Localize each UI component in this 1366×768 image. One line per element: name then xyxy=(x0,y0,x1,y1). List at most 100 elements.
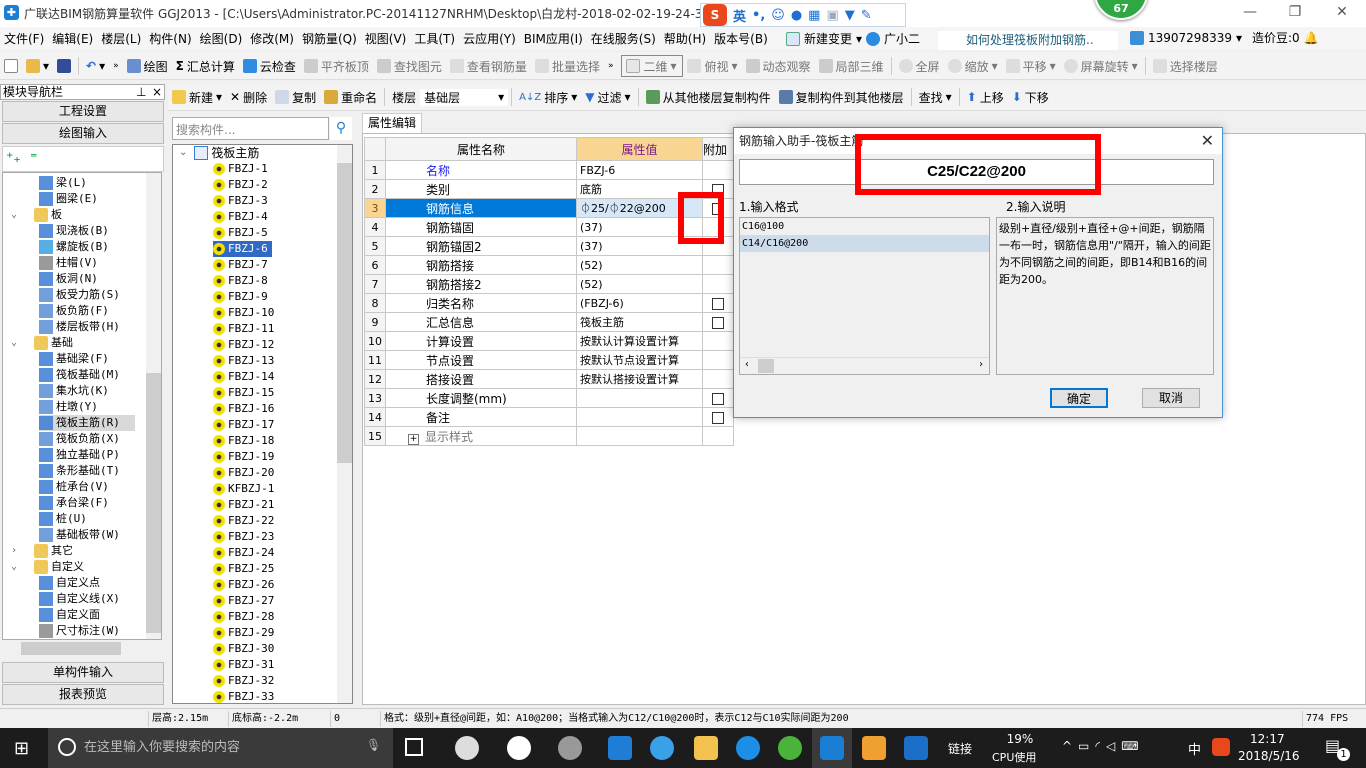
component-item[interactable]: FBZJ-32 xyxy=(213,673,278,689)
sort-button[interactable]: A↓Z 排序 ▾ xyxy=(515,89,581,106)
component-item[interactable]: FBZJ-25 xyxy=(213,561,278,577)
menu-item[interactable]: 构件(N) xyxy=(145,30,195,47)
format-list[interactable]: C16@100 C14/C16@200 ‹ › xyxy=(739,217,990,375)
top-view-button[interactable]: 俯视 ▾ xyxy=(683,58,741,75)
menu-new-change[interactable]: 新建变更 xyxy=(804,30,852,47)
delete-button[interactable]: ✕ 删除 xyxy=(226,89,271,106)
glodon-g-icon[interactable] xyxy=(736,736,760,760)
menu-item[interactable]: 云应用(Y) xyxy=(459,30,520,47)
menu-item[interactable]: 帮助(H) xyxy=(660,30,710,47)
component-item[interactable]: FBZJ-30 xyxy=(213,641,278,657)
local-3d-button[interactable]: 局部三维 xyxy=(815,58,888,75)
property-value[interactable]: (FBZJ-6) xyxy=(576,293,703,313)
left-tree-scrollbar[interactable] xyxy=(146,173,161,639)
tree-item[interactable]: 承台梁(F) xyxy=(39,495,109,511)
component-item[interactable]: FBZJ-13 xyxy=(213,353,278,369)
component-item[interactable]: FBZJ-14 xyxy=(213,369,278,385)
panel-close-icon[interactable]: × xyxy=(152,85,162,99)
tree-item[interactable]: 板洞(N) xyxy=(39,271,98,287)
menu-item[interactable]: 修改(M) xyxy=(246,30,298,47)
menu-item[interactable]: 钢筋量(Q) xyxy=(298,30,361,47)
component-item[interactable]: FBZJ-16 xyxy=(213,401,278,417)
menu-item[interactable]: 版本号(B) xyxy=(710,30,772,47)
component-search-input[interactable]: 搜索构件... xyxy=(172,117,329,140)
component-item[interactable]: FBZJ-6 xyxy=(213,241,272,257)
property-value[interactable]: 按默认节点设置计算 xyxy=(576,350,703,370)
component-item[interactable]: FBZJ-15 xyxy=(213,385,278,401)
ok-button[interactable]: 确定 xyxy=(1050,388,1108,408)
ime-toolbar[interactable]: S 英 •, ☺ ● ▦ ▣ ▼ ✎ xyxy=(700,3,906,27)
component-item[interactable]: FBZJ-21 xyxy=(213,497,278,513)
tree-item[interactable]: 自定义线(X) xyxy=(39,591,120,607)
user-card-icon[interactable]: ▣ xyxy=(826,8,838,23)
menu-item[interactable]: 文件(F) xyxy=(0,30,48,47)
restore-button[interactable]: ❐ xyxy=(1285,4,1305,20)
emoji-icon[interactable]: ☺ xyxy=(771,8,785,23)
chevron-down-icon[interactable]: ⌄ xyxy=(179,145,187,161)
select-floor-button[interactable]: 选择楼层 xyxy=(1149,58,1222,75)
notes-app-icon[interactable] xyxy=(862,736,886,760)
property-row[interactable]: 6 钢筋搭接 (52) xyxy=(364,255,734,275)
tree-item[interactable]: 桩(U) xyxy=(39,511,87,527)
chevron-down-icon[interactable]: ▾ xyxy=(856,32,862,46)
fan-app-icon[interactable] xyxy=(455,736,479,760)
rotate-screen-button[interactable]: 屏幕旋转 ▾ xyxy=(1060,58,1142,75)
component-item[interactable]: FBZJ-9 xyxy=(213,289,272,305)
menu-item[interactable]: 楼层(L) xyxy=(97,30,145,47)
component-list-scrollbar[interactable] xyxy=(337,145,352,703)
drawing-input-button[interactable]: 绘图输入 xyxy=(2,123,164,144)
open-file-button[interactable]: ▾ xyxy=(22,59,53,73)
copy-button[interactable]: 复制 xyxy=(271,89,320,106)
component-item[interactable]: FBZJ-31 xyxy=(213,657,278,673)
file-explorer-icon[interactable] xyxy=(694,736,718,760)
menu-item[interactable]: 工具(T) xyxy=(410,30,459,47)
chevron-down-icon[interactable]: ⌄ xyxy=(11,335,21,351)
menu-item[interactable]: 编辑(E) xyxy=(48,30,97,47)
component-item[interactable]: FBZJ-19 xyxy=(213,449,278,465)
clipboard-app-icon[interactable] xyxy=(904,736,928,760)
property-row[interactable]: 11 节点设置 按默认节点设置计算 xyxy=(364,350,734,370)
component-item[interactable]: FBZJ-1 xyxy=(213,161,272,177)
system-tray-icons[interactable]: ^▭◜◁⌨ xyxy=(1062,739,1145,753)
move-up-button[interactable]: ⬆ 上移 xyxy=(963,89,1008,106)
move-down-button[interactable]: ⬇ 下移 xyxy=(1008,89,1053,106)
expand-plus-icon[interactable]: + xyxy=(408,433,419,445)
tree-item[interactable]: 板负筋(F) xyxy=(39,303,109,319)
tree-item[interactable]: ⌄ 板 xyxy=(11,207,62,223)
fullscreen-button[interactable]: 全屏 xyxy=(895,58,944,75)
edge-icon[interactable] xyxy=(608,736,632,760)
property-value[interactable]: 筏板主筋 xyxy=(576,312,703,332)
expand-all-icon[interactable]: ⁺₊ xyxy=(6,150,21,166)
ime-indicator[interactable]: 中 xyxy=(1188,739,1201,758)
tree-item[interactable]: 筏板主筋(R) xyxy=(39,415,135,431)
scroll-right-icon[interactable]: › xyxy=(978,359,984,370)
dynamic-view-button[interactable]: 动态观察 xyxy=(742,58,815,75)
tree-item[interactable]: 自定义面 xyxy=(39,607,100,623)
cloud-check-button[interactable]: 云检查 xyxy=(239,58,300,75)
component-item[interactable]: KFBZJ-1 xyxy=(213,481,278,497)
property-value[interactable]: (52) xyxy=(576,255,703,275)
menu-item[interactable]: BIM应用(I) xyxy=(520,30,587,47)
microphone-icon[interactable]: ● xyxy=(791,8,802,23)
overflow-icon[interactable]: » xyxy=(604,61,618,71)
tree-item[interactable]: 基础板带(W) xyxy=(39,527,120,543)
overflow-icon[interactable]: » xyxy=(109,61,123,71)
menu-assistant[interactable]: 广小二 xyxy=(884,30,920,47)
component-item[interactable]: FBZJ-7 xyxy=(213,257,272,273)
property-row[interactable]: 13 长度调整(mm) xyxy=(364,388,734,408)
toolbar-links[interactable]: 链接 xyxy=(948,740,972,757)
property-row[interactable]: 15 + 显示样式 xyxy=(364,426,734,446)
tree-item[interactable]: 楼层板带(H) xyxy=(39,319,120,335)
tree-item[interactable]: 梁(L) xyxy=(39,175,87,191)
tree-item[interactable]: 基础梁(F) xyxy=(39,351,109,367)
filter-button[interactable]: ▼ 过滤 ▾ xyxy=(581,89,634,106)
pan-button[interactable]: 平移 ▾ xyxy=(1002,58,1060,75)
pin-icon[interactable]: ⊥ xyxy=(136,85,146,99)
find-element-button[interactable]: 查找图元 xyxy=(373,58,446,75)
tree-item[interactable]: 尺寸标注(W) xyxy=(39,623,120,639)
tree-item[interactable]: 柱墩(Y) xyxy=(39,399,98,415)
tree-item[interactable]: ⌄ 自定义 xyxy=(11,559,84,575)
skin-icon[interactable]: ▼ xyxy=(845,8,855,23)
tree-item[interactable]: 板受力筋(S) xyxy=(39,287,120,303)
copy-to-floor-button[interactable]: 复制构件到其他楼层 xyxy=(775,89,908,106)
